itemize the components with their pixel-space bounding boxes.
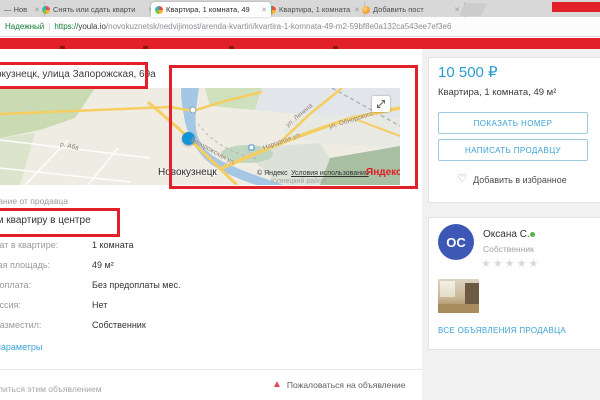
- youla-favicon: [42, 6, 50, 14]
- tab-bar: — Нов ✕ Снять или сдать кварти ✕ Квартир…: [0, 0, 600, 18]
- warning-triangle-icon: ▲: [272, 380, 282, 390]
- tab-dobavit-post[interactable]: Добавить пост ✕: [358, 2, 465, 17]
- attribute-label: Общая площадь:: [0, 260, 92, 270]
- youla-favicon: [155, 6, 163, 14]
- all-params-link[interactable]: Все параметры: [0, 342, 42, 352]
- online-status-dot: [530, 232, 535, 237]
- show-number-button[interactable]: ПОКАЗАТЬ НОМЕР: [438, 112, 588, 134]
- tab-label: Квартира, 1 комната, 3: [279, 5, 351, 14]
- heart-icon: ♡: [457, 174, 467, 185]
- tab-kvartira-3[interactable]: Квартира, 1 комната, 3 ✕: [264, 2, 365, 17]
- price-card: 10 500 ₽ Квартира, 1 комната, 49 м² ПОКА…: [428, 57, 600, 203]
- annotation-box-map: [169, 65, 418, 189]
- url-scheme: https://: [54, 22, 78, 31]
- attribute-row: Общая площадь:49 м²: [0, 260, 181, 280]
- post-favicon: [362, 6, 370, 14]
- thumbnail-furniture-area: [465, 283, 479, 305]
- address-bar[interactable]: Надежный | https://youla.io/novokuznetsk…: [0, 17, 600, 37]
- tab-snyat-ili-sdat[interactable]: Снять или сдать кварти ✕: [38, 2, 159, 17]
- annotation-box-address: [0, 62, 148, 89]
- add-favorite-label: Добавить в избранное: [473, 175, 567, 185]
- add-favorite-button[interactable]: ♡ Добавить в избранное: [429, 174, 595, 185]
- url-host: youla.io: [78, 22, 106, 31]
- attribute-row: Комиссия:Нет: [0, 300, 181, 320]
- redaction-site-header: [0, 38, 600, 49]
- tab-label: Снять или сдать кварти: [53, 5, 135, 14]
- attribute-label: Предоплата:: [0, 280, 92, 290]
- report-link[interactable]: ▲ Пожаловаться на объявление: [272, 380, 406, 390]
- redaction-top-right: [552, 2, 600, 12]
- thumbnail-window-area: [440, 281, 455, 297]
- description-section-label: Описание от продавца: [0, 196, 68, 206]
- attribute-row: Кто разместил:Собственник: [0, 320, 181, 340]
- section-divider: [0, 369, 422, 370]
- attribute-label: Кто разместил:: [0, 320, 92, 330]
- all-seller-ads-link[interactable]: ВСЕ ОБЪЯВЛЕНИЯ ПРОДАВЦА: [438, 326, 566, 335]
- thumbnail-floor-area: [438, 304, 479, 313]
- attribute-value: Без предоплаты мес.: [92, 280, 181, 290]
- seller-name: Оксана С.: [483, 229, 530, 240]
- attribute-label: Комнат в квартире:: [0, 240, 92, 250]
- tab-close-icon[interactable]: ✕: [261, 6, 267, 14]
- security-chip: Надежный: [5, 22, 44, 31]
- left-column: Новокузнецк, улица Запорожская, 69а: [0, 49, 422, 400]
- seller-card: ОС Оксана С. Собственник ★★★★★ ВСЕ ОБЪЯВ…: [428, 217, 600, 350]
- seller-role: Собственник: [483, 244, 534, 254]
- new-tab-button[interactable]: [459, 3, 487, 16]
- attribute-row: Предоплата:Без предоплаты мес.: [0, 280, 181, 300]
- listing-title: Квартира, 1 комната, 49 м²: [438, 87, 556, 98]
- attribute-value: Нет: [92, 300, 107, 310]
- seller-photo-thumbnail[interactable]: [438, 279, 479, 313]
- tab-label: — Нов: [4, 5, 27, 14]
- url-path: /novokuznetsk/nedvijimost/arenda-kvartir…: [106, 22, 452, 31]
- browser-window: — Нов ✕ Снять или сдать кварти ✕ Квартир…: [0, 0, 600, 400]
- attribute-label: Комиссия:: [0, 300, 92, 310]
- separator: |: [48, 22, 50, 31]
- attribute-value: 1 комната: [92, 240, 134, 250]
- share-label: Поделиться этим объявлением: [0, 384, 102, 394]
- listing-page: Новокузнецк, улица Запорожская, 69а: [0, 49, 600, 400]
- attributes-list: Комнат в квартире:1 комната Общая площад…: [0, 240, 181, 340]
- attribute-row: Комнат в квартире:1 комната: [0, 240, 181, 260]
- rating-stars: ★★★★★: [481, 257, 540, 270]
- annotation-box-description: [0, 208, 120, 237]
- attribute-value: Собственник: [92, 320, 146, 330]
- tab-close-icon[interactable]: ✕: [454, 6, 460, 14]
- report-label: Пожаловаться на объявление: [287, 380, 406, 390]
- tab-kvartira-49-active[interactable]: Квартира, 1 комната, 49 ✕: [151, 2, 271, 17]
- tab-label: Добавить пост: [373, 5, 424, 14]
- attribute-value: 49 м²: [92, 260, 114, 270]
- listing-price: 10 500 ₽: [438, 63, 498, 81]
- seller-avatar: ОС: [438, 224, 474, 260]
- tab-label: Квартира, 1 комната, 49: [166, 5, 250, 14]
- write-seller-button[interactable]: НАПИСАТЬ ПРОДАВЦУ: [438, 139, 588, 161]
